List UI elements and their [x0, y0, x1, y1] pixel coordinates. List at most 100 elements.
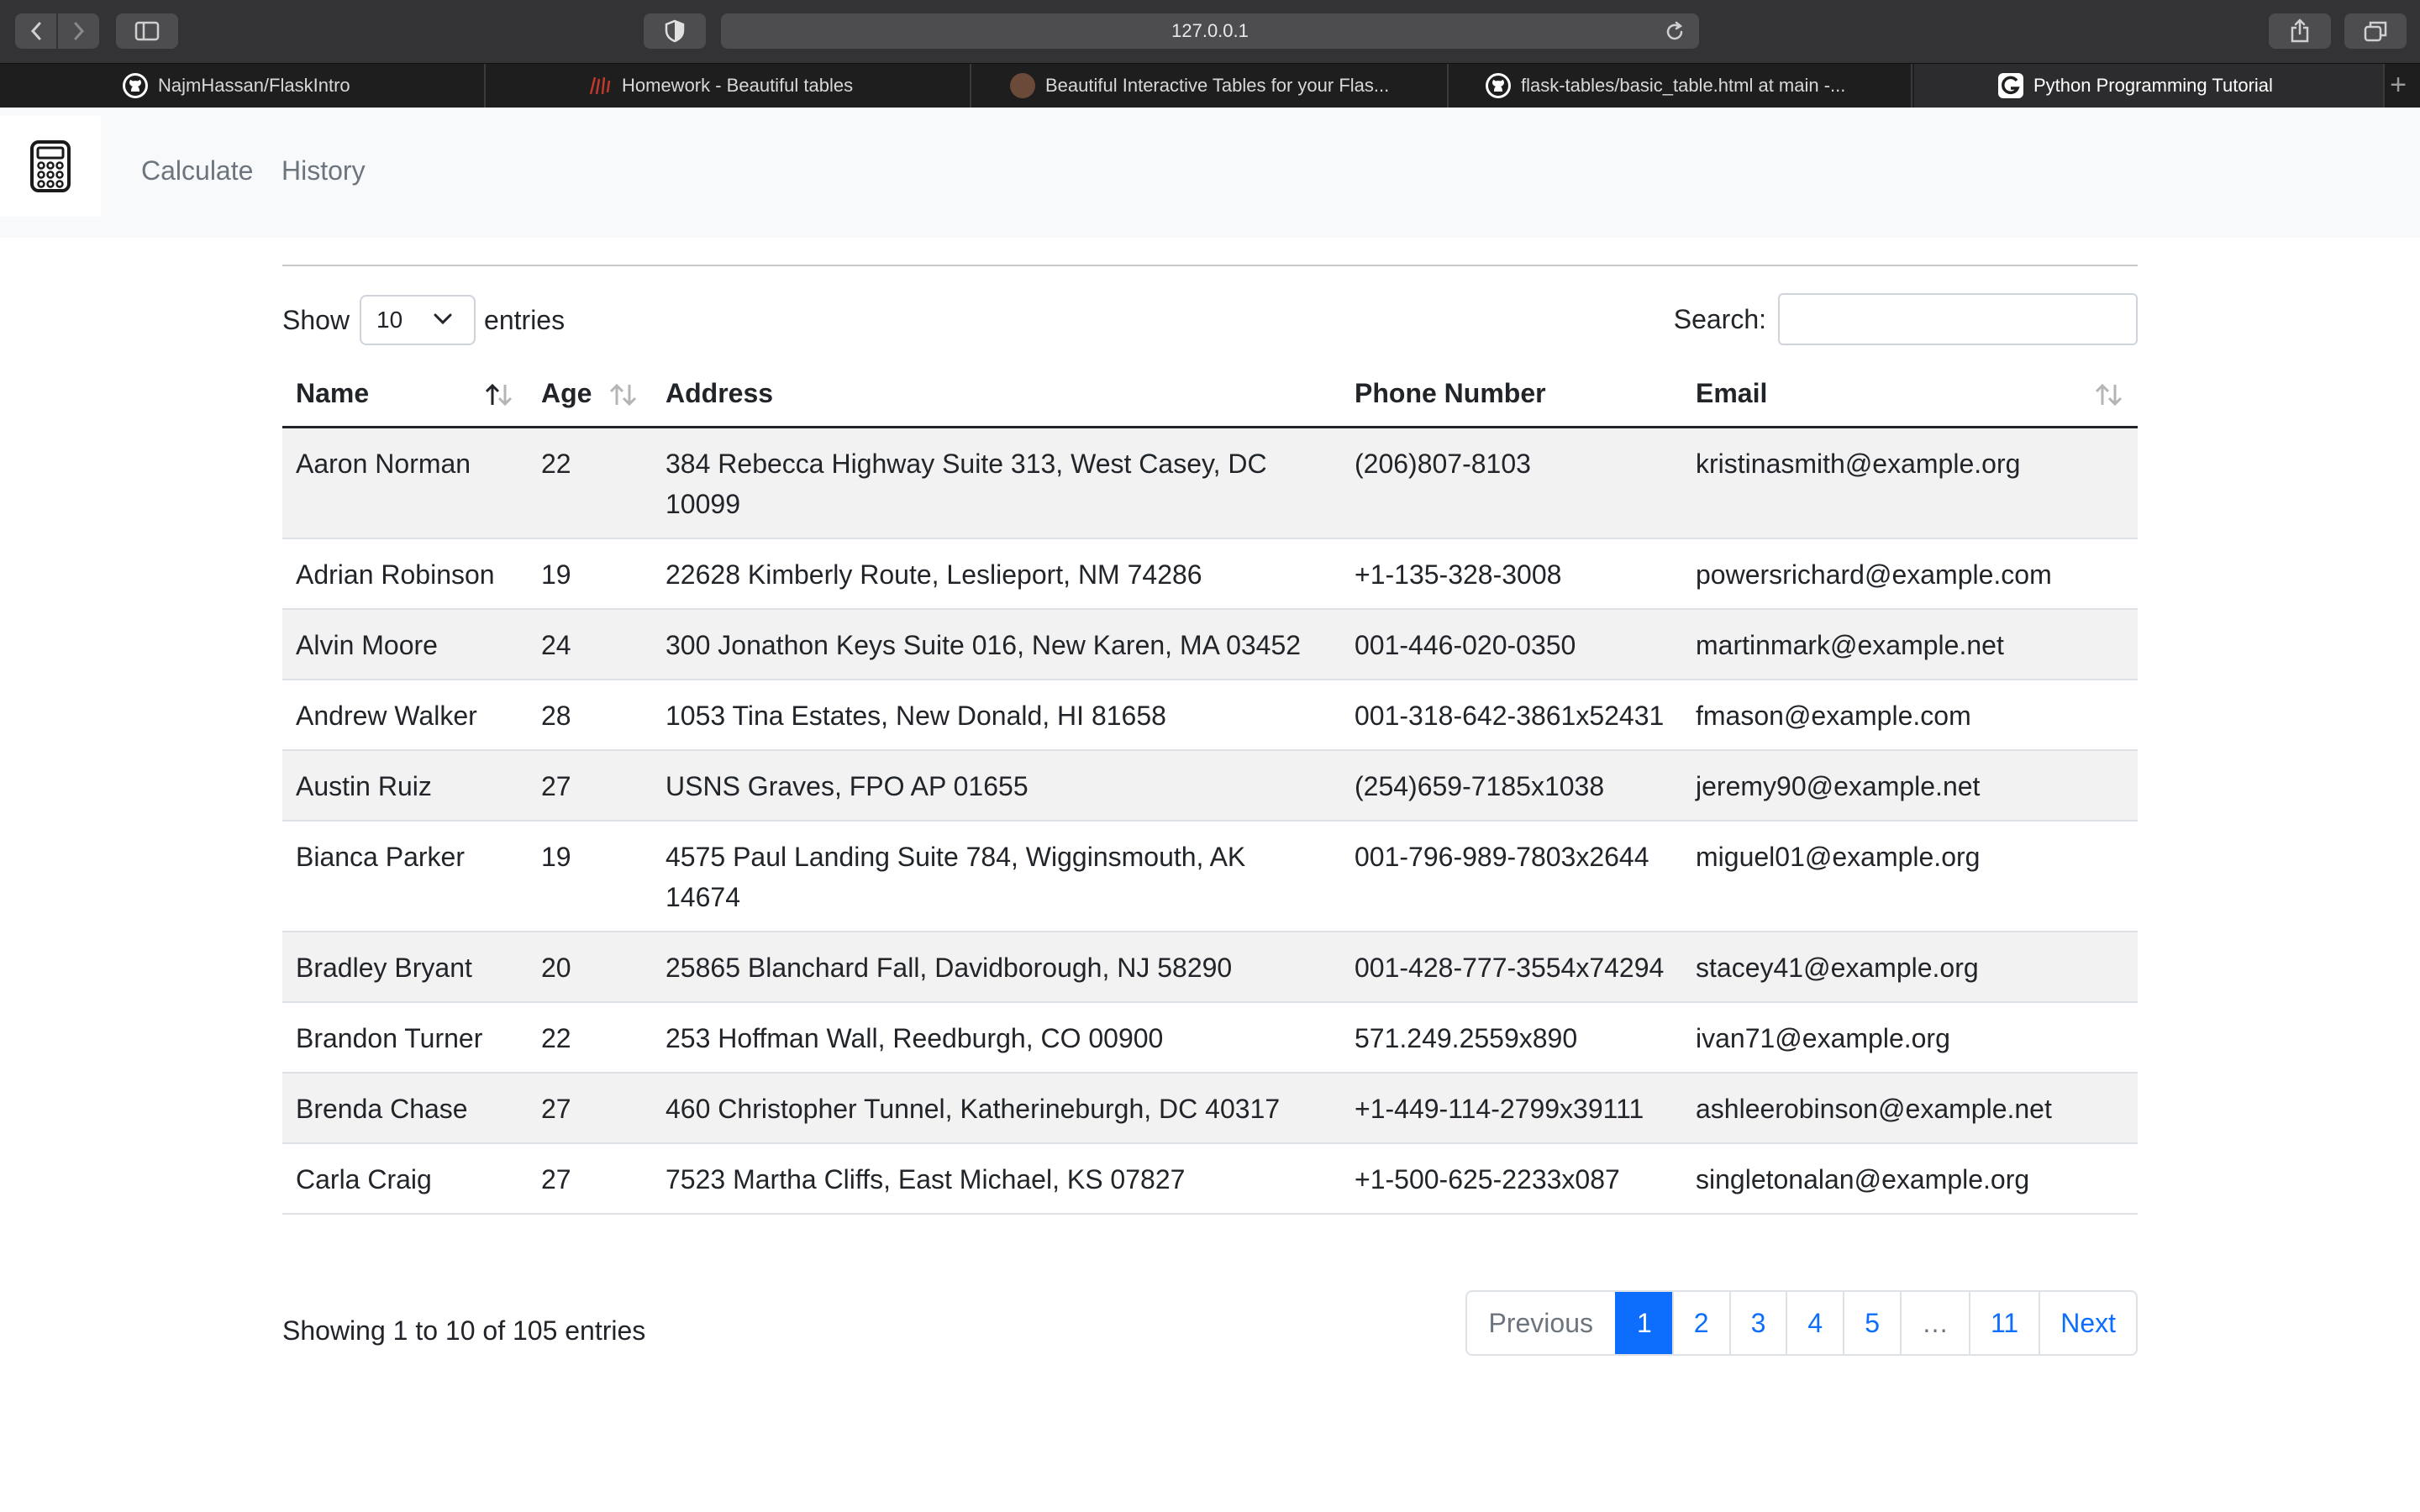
cell-text: 27 — [541, 1094, 571, 1124]
phone-cell: +1-500-625-2233x087 — [1341, 1143, 1682, 1215]
site-icon — [587, 73, 612, 98]
reload-button[interactable] — [1664, 21, 1686, 48]
search-input[interactable] — [1778, 293, 2138, 345]
table-body: Aaron Norman 22 384 Rebecca Highway Suite … — [282, 427, 2138, 1215]
name-cell: Brandon Turner — [282, 1002, 528, 1074]
address-cell: 25865 Blanchard Fall, Davidborough, NJ 5… — [652, 932, 1341, 1003]
cell-text: 24 — [541, 630, 571, 660]
reload-icon — [1666, 21, 1683, 40]
email-cell: jeremy90@example.net — [1682, 750, 2138, 822]
age-cell: 20 — [528, 932, 652, 1003]
cell-text: singletonalan@example.org — [1696, 1164, 2030, 1194]
nav-history[interactable]: History — [281, 155, 366, 186]
nav-calculate[interactable]: Calculate — [141, 155, 253, 186]
next-button[interactable]: Next — [2039, 1292, 2136, 1354]
cell-text: 22628 Kimberly Route, Leslieport, NM 742… — [666, 559, 1202, 590]
email-cell: ashleerobinson@example.net — [1682, 1073, 2138, 1144]
phone-cell: +1-135-328-3008 — [1341, 538, 1682, 610]
cell-text: USNS Graves, FPO AP 01655 — [666, 771, 1028, 801]
email-cell: kristinasmith@example.org — [1682, 427, 2138, 539]
page-5-button[interactable]: 5 — [1843, 1292, 1900, 1354]
forward-button[interactable] — [56, 13, 99, 49]
search-label: Search: — [1673, 303, 1766, 334]
address-cell: 460 Christopher Tunnel, Katherineburgh, … — [652, 1073, 1341, 1144]
cell-text: jeremy90@example.net — [1696, 771, 1981, 801]
email-cell: powersrichard@example.com — [1682, 538, 2138, 610]
cell-text: (254)659-7185x1038 — [1355, 771, 1605, 801]
email-cell: singletonalan@example.org — [1682, 1143, 2138, 1215]
email-cell: ivan71@example.org — [1682, 1002, 2138, 1074]
cell-text: fmason@example.com — [1696, 701, 1971, 731]
address-cell: 22628 Kimberly Route, Leslieport, NM 742… — [652, 538, 1341, 610]
previous-button[interactable]: Previous — [1467, 1292, 1616, 1354]
cell-text: stacey41@example.org — [1696, 953, 1979, 983]
table-row: Brenda Chase 27 460 Christopher Tunnel, Ka… — [282, 1073, 2138, 1144]
address-cell: 7523 Martha Cliffs, East Michael, KS 078… — [652, 1143, 1341, 1215]
column-header-email[interactable]: Email — [1682, 360, 2138, 428]
calculator-icon — [30, 140, 71, 192]
cell-text: 001-428-777-3554x74294 — [1355, 953, 1665, 983]
sidebar-toggle-button[interactable] — [116, 13, 178, 49]
name-cell: Aaron Norman — [282, 427, 528, 539]
github-icon — [123, 73, 148, 98]
brand-logo[interactable] — [0, 116, 101, 217]
cell-text: miguel01@example.org — [1696, 842, 1981, 872]
tab-python-tutorial[interactable]: Python Programming Tutorial — [1914, 64, 2385, 108]
tab-label: Homework - Beautiful tables — [622, 75, 854, 96]
page-length-select[interactable]: 10 — [360, 295, 476, 345]
column-header-name[interactable]: Name — [282, 360, 528, 428]
email-cell: martinmark@example.net — [1682, 609, 2138, 680]
sort-ascending-icon — [485, 383, 513, 407]
cell-text: +1-500-625-2233x087 — [1355, 1164, 1620, 1194]
page-1-button[interactable]: 1 — [1615, 1292, 1672, 1354]
phone-cell: 001-318-642-3861x52431 — [1341, 680, 1682, 751]
table-row: Carla Craig 27 7523 Martha Cliffs, East Mi… — [282, 1143, 2138, 1215]
tab-label: Beautiful Interactive Tables for your Fl… — [1045, 75, 1390, 96]
name-cell: Austin Ruiz — [282, 750, 528, 822]
age-cell: 19 — [528, 821, 652, 932]
tab-homework[interactable]: Homework - Beautiful tables — [487, 64, 971, 108]
cell-text: 384 Rebecca Highway Suite 313, West Case… — [666, 449, 1267, 519]
divider — [282, 265, 2138, 266]
table-row: Austin Ruiz 27 USNS Graves, FPO AP 01655 (2… — [282, 750, 2138, 822]
age-cell: 22 — [528, 1002, 652, 1074]
github-icon — [1486, 73, 1511, 98]
shield-icon — [665, 19, 685, 43]
tab-beautiful-interactive-tables[interactable]: Beautiful Interactive Tables for your Fl… — [973, 64, 1449, 108]
name-cell: Carla Craig — [282, 1143, 528, 1215]
tab-bar: NajmHassan/FlaskIntro Homework - Beautif… — [0, 63, 2420, 108]
cell-text: +1-449-114-2799x39111 — [1355, 1094, 1644, 1124]
tabs-icon — [2364, 21, 2387, 42]
privacy-report-button[interactable] — [644, 13, 706, 49]
cell-text: 25865 Blanchard Fall, Davidborough, NJ 5… — [666, 953, 1233, 983]
chevron-down-icon — [434, 313, 452, 325]
page-2-button[interactable]: 2 — [1671, 1292, 1729, 1354]
email-cell: miguel01@example.org — [1682, 821, 2138, 932]
tab-overview-button[interactable] — [2344, 13, 2407, 49]
url-text: 127.0.0.1 — [1171, 20, 1249, 41]
name-cell: Bradley Bryant — [282, 932, 528, 1003]
age-cell: 27 — [528, 750, 652, 822]
back-button[interactable] — [15, 13, 56, 49]
address-bar[interactable]: 127.0.0.1 — [721, 13, 1699, 49]
pagination-ellipsis: … — [1899, 1292, 1969, 1354]
share-button[interactable] — [2269, 13, 2331, 49]
g-icon — [1998, 73, 2023, 98]
share-icon — [2291, 18, 2309, 43]
phone-cell: 571.249.2559x890 — [1341, 1002, 1682, 1074]
cell-text: 27 — [541, 1164, 571, 1194]
address-cell: 384 Rebecca Highway Suite 313, West Case… — [652, 427, 1341, 539]
cell-text: +1-135-328-3008 — [1355, 559, 1562, 590]
page-4-button[interactable]: 4 — [1786, 1292, 1843, 1354]
pagination: Previous 1 2 3 4 5… 11 Next — [1465, 1290, 2138, 1356]
table-row: Aaron Norman 22 384 Rebecca Highway Suite … — [282, 427, 2138, 539]
page-3-button[interactable]: 3 — [1728, 1292, 1786, 1354]
tab-flask-tables-github[interactable]: flask-tables/basic_table.html at main -.… — [1450, 64, 1912, 108]
new-tab-button[interactable]: + — [2385, 71, 2412, 99]
name-cell: Brenda Chase — [282, 1073, 528, 1144]
column-header-age[interactable]: Age — [528, 360, 652, 428]
tab-flaskintro[interactable]: NajmHassan/FlaskIntro — [0, 64, 486, 108]
cell-text: Brandon Turner — [296, 1023, 483, 1053]
phone-cell: +1-449-114-2799x39111 — [1341, 1073, 1682, 1144]
page-11-button[interactable]: 11 — [1968, 1292, 2039, 1354]
